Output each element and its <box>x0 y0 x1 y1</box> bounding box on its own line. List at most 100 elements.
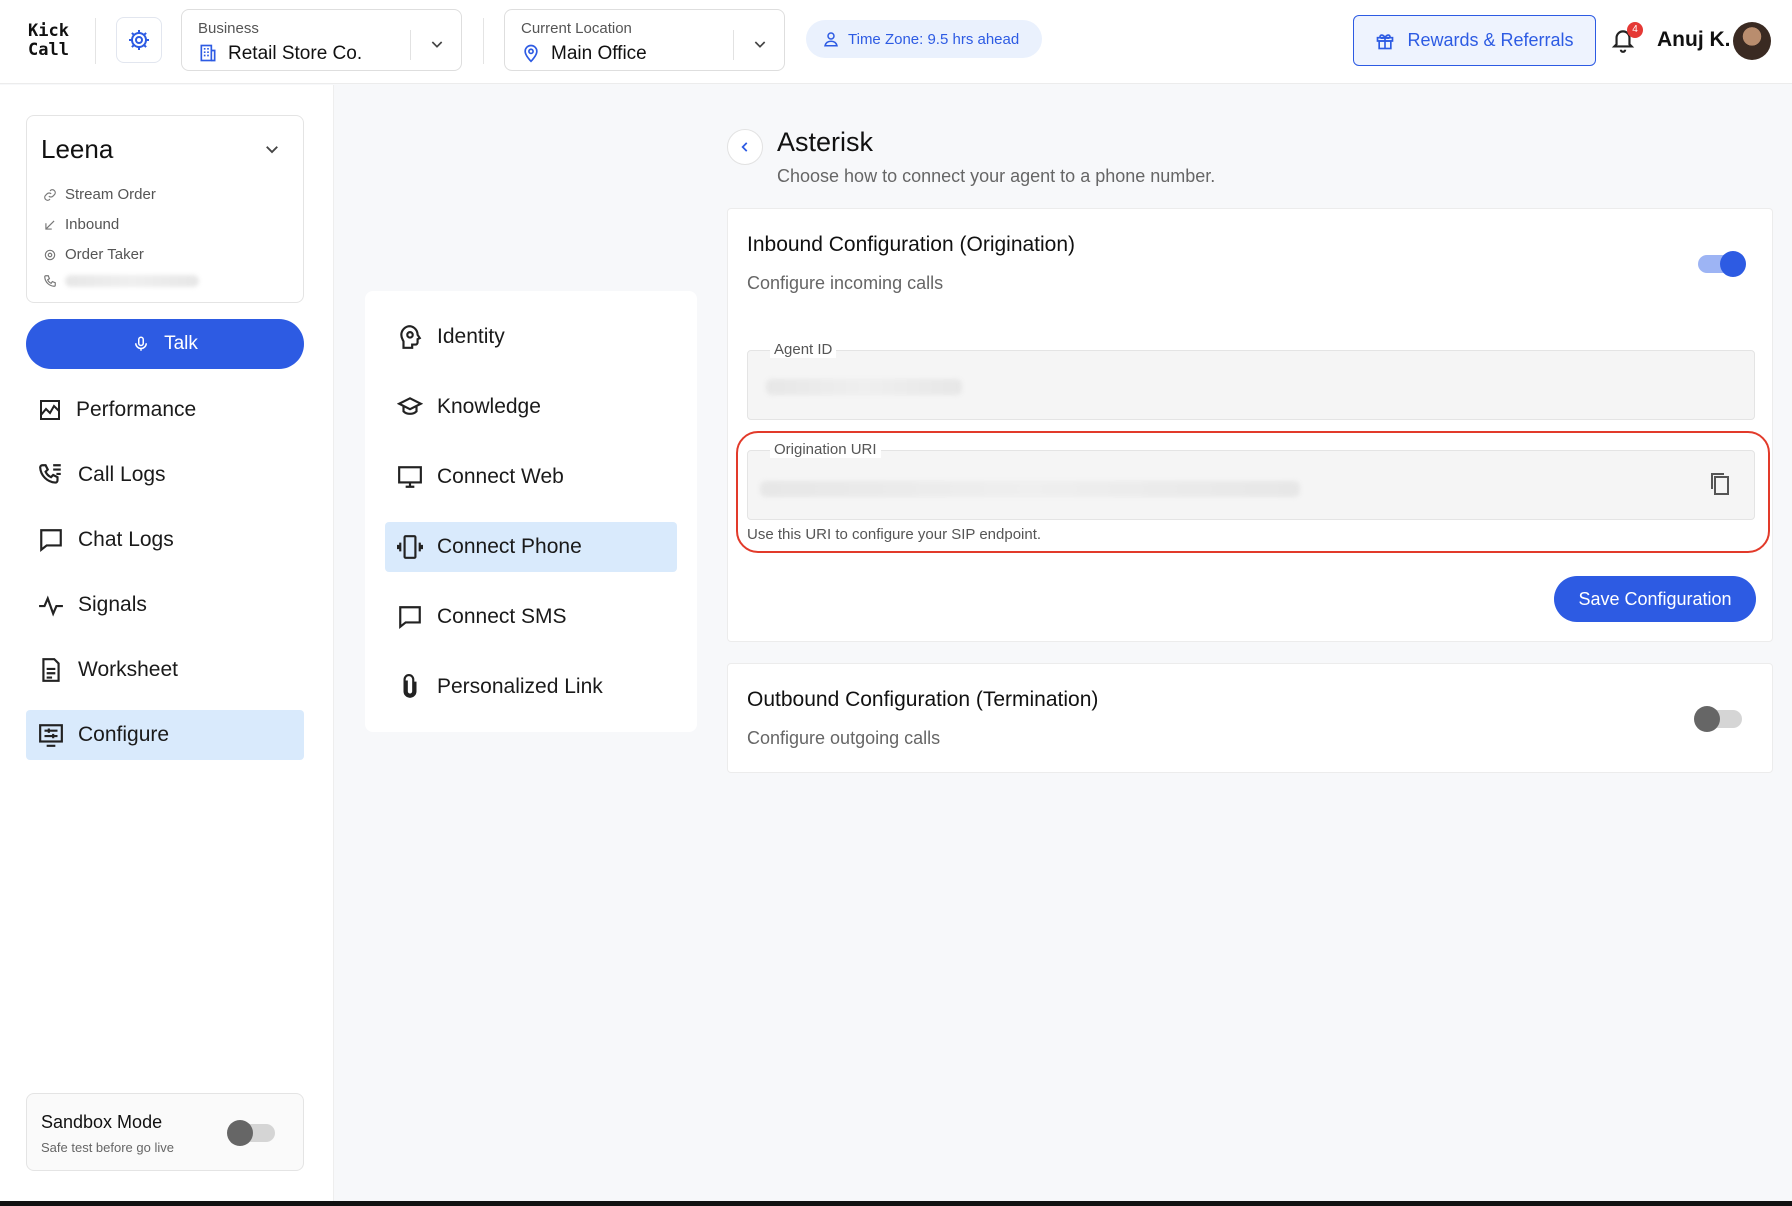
subnav-item-knowledge[interactable]: Knowledge <box>385 382 677 432</box>
inbound-subtitle: Configure incoming calls <box>747 273 944 293</box>
toggle-knob <box>1720 251 1746 277</box>
location-label: Current Location <box>521 20 632 37</box>
divider <box>95 18 96 64</box>
sandbox-subtitle: Safe test before go live <box>41 1140 174 1155</box>
inbound-config-card: Inbound Configuration (Origination) Conf… <box>727 208 1773 642</box>
sidebar-item-chat-logs[interactable]: Chat Logs <box>26 515 304 565</box>
agent-detail: Inbound <box>43 216 119 233</box>
top-bar: Kick Call Business Retail Store Co. Curr… <box>0 0 1792 84</box>
agent-detail-text: Inbound <box>65 216 120 233</box>
business-selector[interactable]: Business Retail Store Co. <box>181 9 462 71</box>
settings-small-icon <box>44 249 56 260</box>
subnav-label: Connect Web <box>437 465 564 488</box>
agent-detail: Stream Order <box>43 186 156 203</box>
sidebar-item-configure[interactable]: Configure <box>26 710 304 760</box>
phone-icon <box>44 275 56 287</box>
agent-detail-text: Stream Order <box>65 186 156 203</box>
subnav-item-connect-sms[interactable]: Connect SMS <box>385 592 677 642</box>
nav-label: Call Logs <box>78 463 166 486</box>
inbound-title: Inbound Configuration (Origination) <box>747 233 1076 256</box>
outbound-title: Outbound Configuration (Termination) <box>747 688 1099 711</box>
outbound-toggle[interactable] <box>1694 706 1742 732</box>
toggle-knob <box>1694 706 1720 732</box>
page-title: Asterisk <box>777 127 874 157</box>
avatar[interactable] <box>1733 22 1771 60</box>
building-icon <box>200 44 216 62</box>
sidebar-item-worksheet[interactable]: Worksheet <box>26 645 304 695</box>
sandbox-toggle[interactable] <box>227 1120 275 1146</box>
agent-card[interactable]: Leena Stream Order Inbound Order Taker <box>26 115 304 303</box>
subnav-item-connect-web[interactable]: Connect Web <box>385 452 677 502</box>
timezone-badge[interactable]: Time Zone: 9.5 hrs ahead <box>806 20 1042 58</box>
monitor-icon <box>398 466 422 488</box>
sidebar-item-call-logs[interactable]: Call Logs <box>26 450 304 500</box>
notification-badge: 4 <box>1627 22 1643 38</box>
logo-line-1: Kick <box>28 21 69 41</box>
chart-icon <box>40 400 60 420</box>
agent-phone <box>43 274 199 288</box>
agent-detail-text: Order Taker <box>65 246 144 263</box>
subnav-label: Connect Phone <box>437 535 582 558</box>
kickcall-logo[interactable]: Kick Call <box>28 22 69 60</box>
redacted-origination-uri <box>760 481 1300 497</box>
outbound-subtitle: Configure outgoing calls <box>747 728 941 748</box>
agent-id-label: Agent ID <box>770 341 837 358</box>
business-value: Retail Store Co. <box>228 43 363 64</box>
user-name[interactable]: Anuj K. <box>1657 28 1731 52</box>
timezone-text: Time Zone: 9.5 hrs ahead <box>848 30 1020 48</box>
arrow-down-left-icon <box>45 220 55 230</box>
vibrating-phone-icon <box>397 535 423 559</box>
toggle-knob <box>227 1120 253 1146</box>
chat-icon <box>40 529 62 553</box>
rewards-referrals-button[interactable]: Rewards & Referrals <box>1353 15 1596 66</box>
origination-uri-helper: Use this URI to configure your SIP endpo… <box>747 526 1042 543</box>
agent-name: Leena <box>41 134 114 164</box>
message-icon <box>399 606 421 630</box>
back-button[interactable] <box>727 129 763 165</box>
nav-label: Chat Logs <box>78 528 174 551</box>
location-value: Main Office <box>551 43 647 64</box>
rewards-label: Rewards & Referrals <box>1407 30 1574 50</box>
copy-icon[interactable] <box>1708 471 1732 497</box>
subnav-item-identity[interactable]: Identity <box>385 312 677 362</box>
phone-list-icon <box>39 464 61 484</box>
talk-label: Talk <box>164 333 198 354</box>
origination-uri-field[interactable]: Origination URI <box>747 441 1755 520</box>
selector-separator <box>410 30 411 60</box>
link-icon <box>44 188 56 201</box>
document-icon <box>42 658 60 682</box>
divider <box>483 18 484 64</box>
save-configuration-button[interactable]: Save Configuration <box>1554 576 1756 622</box>
head-icon <box>400 325 422 349</box>
logo-line-2: Call <box>28 40 69 60</box>
nav-label: Configure <box>78 723 170 746</box>
location-selector[interactable]: Current Location Main Office <box>504 9 785 71</box>
graduation-cap-icon <box>397 397 423 415</box>
chevron-down-icon <box>754 41 766 48</box>
outbound-config-card: Outbound Configuration (Termination) Con… <box>727 663 1773 773</box>
connect-subnav: Identity Knowledge Connect Web Connect P… <box>365 291 697 732</box>
inbound-toggle[interactable] <box>1698 251 1746 277</box>
nav-label: Performance <box>76 398 197 421</box>
subnav-label: Connect SMS <box>437 605 567 628</box>
talk-button[interactable]: Talk <box>26 319 304 369</box>
sidebar-item-signals[interactable]: Signals <box>26 580 304 630</box>
settings-button[interactable] <box>116 17 162 63</box>
subnav-label: Knowledge <box>437 395 541 418</box>
sidebar-item-performance[interactable]: Performance <box>26 385 304 435</box>
redacted-phone <box>65 275 199 287</box>
sandbox-mode-panel: Sandbox Mode Safe test before go live <box>26 1093 304 1171</box>
chevron-down-icon <box>431 41 443 48</box>
subnav-item-personalized-link[interactable]: Personalized Link <box>385 662 677 712</box>
business-label: Business <box>198 20 259 37</box>
agent-id-field[interactable]: Agent ID <box>747 341 1755 420</box>
pulse-icon <box>39 595 63 617</box>
origination-uri-label: Origination URI <box>770 441 881 458</box>
sandbox-title: Sandbox Mode <box>41 1112 163 1132</box>
bottom-edge <box>0 1201 1792 1206</box>
chevron-down-icon[interactable] <box>263 140 281 158</box>
redacted-agent-id <box>766 379 962 395</box>
subnav-item-connect-phone[interactable]: Connect Phone <box>385 522 677 572</box>
nav-label: Signals <box>78 593 147 616</box>
configure-icon <box>39 724 63 747</box>
